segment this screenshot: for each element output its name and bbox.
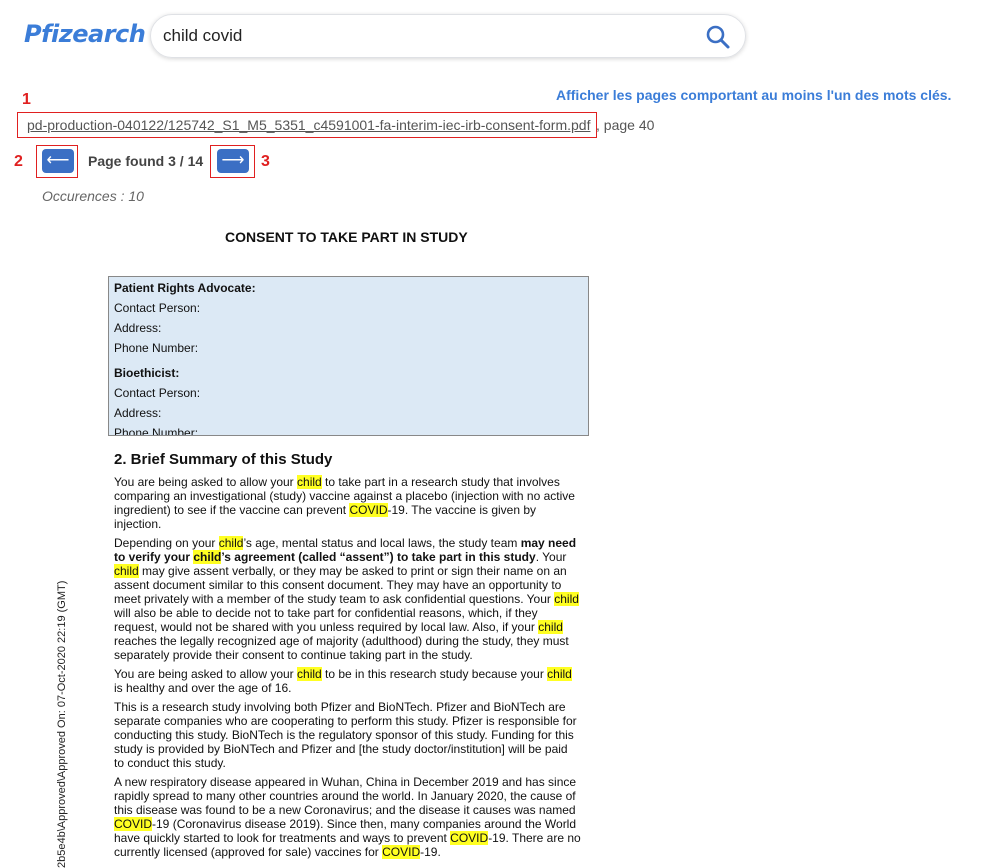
text-segment: You are being asked to allow your [114, 475, 298, 489]
occurrences-count: Occurences : 10 [42, 188, 144, 204]
keyword-highlight: child [297, 667, 322, 681]
text-segment: conducting this study. BioNTech is the r… [114, 728, 574, 742]
keyword-highlight: COVID [349, 503, 388, 517]
section-heading: 2. Brief Summary of this Study [114, 451, 333, 468]
contact-box-line: Phone Number: [114, 341, 199, 355]
text-segment: separate companies who are cooperating t… [114, 714, 577, 728]
text-segment: meet privately with a member of the stud… [114, 592, 555, 606]
text-segment: This is a research study involving both … [114, 700, 566, 714]
prev-page-button[interactable]: ⟵ [42, 149, 74, 173]
text-segment: -19 (Coronavirus disease 2019). Since th… [152, 817, 577, 831]
contact-box-line: Address: [114, 406, 162, 420]
result-file-link[interactable]: pd-production-040122/125742_S1_M5_5351_c… [27, 117, 590, 133]
text-segment: A new respiratory disease appeared in Wu… [114, 775, 577, 789]
text-segment: . Your [535, 550, 567, 564]
body-paragraph: You are being asked to allow your child … [114, 667, 589, 695]
text-segment: ’s age, mental status and local laws, th… [243, 536, 521, 550]
text-segment: study is provided by BioNTech and Pfizer… [114, 742, 568, 756]
text-segment: is healthy and over the age of 16. [114, 681, 292, 695]
annotation-marker-1: 1 [22, 91, 31, 108]
search-bar [150, 14, 746, 58]
page-found-counter: Page found 3 / 14 [88, 153, 204, 169]
text-segment: ’s agreement (called “assent”) to take p… [221, 550, 536, 564]
text-segment: assent document similar to this consent … [114, 578, 562, 592]
text-segment: You are being asked to allow your [114, 667, 298, 681]
contact-box-line: Contact Person: [114, 386, 201, 400]
body-paragraph: Depending on your child’s age, mental st… [114, 536, 589, 662]
contact-box-line: Patient Rights Advocate: [114, 281, 256, 295]
text-segment: to take part in a research study that in… [321, 475, 560, 489]
keyword-highlight: child [538, 620, 563, 634]
search-input[interactable] [163, 15, 683, 57]
text-segment: -19. [420, 845, 441, 859]
text-segment: -19. There are no [488, 831, 581, 845]
text-segment: to be in this research study because you… [321, 667, 548, 681]
keyword-highlight: child [554, 592, 579, 606]
text-segment: -19. The vaccine is given by [387, 503, 537, 517]
keyword-highlight: child [193, 550, 222, 564]
text-segment: comparing an investigational (study) vac… [114, 489, 575, 503]
text-segment: to verify your [114, 550, 194, 564]
text-segment: separately provide their consent to cont… [114, 648, 473, 662]
result-page-number: , page 40 [596, 117, 655, 133]
contact-box-line: Address: [114, 321, 162, 335]
keyword-highlight: child [114, 564, 139, 578]
keyword-highlight: COVID [114, 817, 153, 831]
keyword-highlight: child [218, 536, 244, 550]
contact-box-line: Phone Number: [114, 426, 199, 436]
contact-box-line: Contact Person: [114, 301, 201, 315]
text-segment: Depending on your [114, 536, 219, 550]
text-segment: this disease was found to be a new Coron… [114, 803, 576, 817]
logo[interactable]: Pfizearch [24, 20, 146, 48]
annotation-marker-3: 3 [261, 153, 270, 170]
text-segment: rapidly spread to many other countries a… [114, 789, 576, 803]
text-segment: request, would not be shared with you un… [114, 620, 539, 634]
annotation-marker-2: 2 [14, 153, 23, 170]
search-icon[interactable] [705, 24, 731, 50]
body-paragraph: This is a research study involving both … [114, 700, 589, 770]
body-paragraph: A new respiratory disease appeared in Wu… [114, 775, 589, 859]
text-segment: reaches the legally recognized age of ma… [114, 634, 569, 648]
document-title: CONSENT TO TAKE PART IN STUDY [225, 229, 468, 245]
text-segment: will also be able to decide not to take … [114, 606, 538, 620]
text-segment: injection. [114, 517, 162, 531]
keyword-highlight: COVID [450, 831, 489, 845]
keyword-highlight: COVID [382, 845, 421, 859]
any-keywords-link[interactable]: Afficher les pages comportant au moins l… [556, 87, 951, 103]
text-segment: ingredient) to see if the vaccine can pr… [114, 503, 350, 517]
approval-stamp: 2b5e4b\Approved\Approved On: 07-Oct-2020… [56, 580, 68, 868]
text-segment: have quickly started to look for treatme… [114, 831, 451, 845]
body-paragraph: You are being asked to allow your child … [114, 475, 589, 531]
text-segment: to conduct this study. [114, 756, 226, 770]
keyword-highlight: child [297, 475, 322, 489]
keyword-highlight: child [547, 667, 572, 681]
text-segment: may give assent verbally, or they may be… [138, 564, 567, 578]
contact-box-line: Bioethicist: [114, 366, 180, 380]
text-segment: may need [520, 536, 577, 550]
contact-info-box: Patient Rights Advocate: Contact Person: A… [108, 276, 589, 436]
next-page-button[interactable]: ⟶ [217, 149, 249, 173]
text-segment: currently licensed (approved for sale) v… [114, 845, 383, 859]
